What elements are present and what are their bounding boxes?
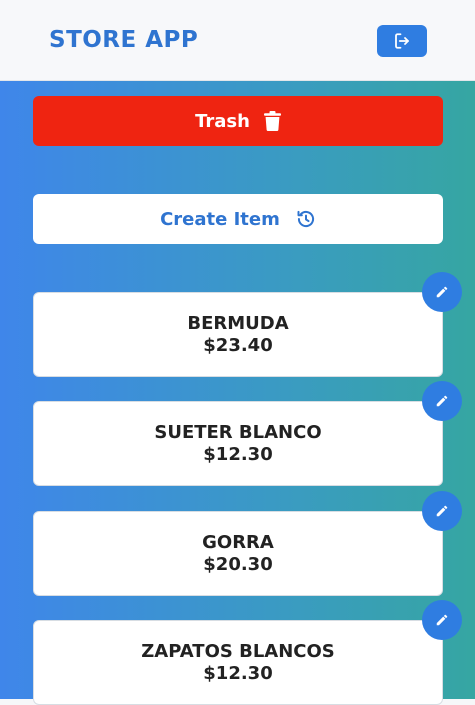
item-name: GORRA [202, 531, 274, 553]
history-icon [296, 209, 316, 229]
app-header: STORE APP [0, 0, 475, 81]
trash-button-label: Trash [195, 110, 250, 132]
item-card-gorra[interactable]: GORRA $20.30 [33, 511, 443, 596]
edit-item-button[interactable] [422, 381, 462, 421]
item-name: BERMUDA [187, 312, 289, 334]
item-name: SUETER BLANCO [154, 421, 322, 443]
edit-item-button[interactable] [422, 600, 462, 640]
main-content: Trash Create Item BERMUDA $23.40 SUETER … [0, 81, 475, 705]
pencil-icon [435, 285, 449, 299]
item-price: $23.40 [203, 334, 273, 356]
pencil-icon [435, 613, 449, 627]
edit-item-button[interactable] [422, 491, 462, 531]
item-price: $12.30 [203, 443, 273, 465]
pencil-icon [435, 394, 449, 408]
item-card-zapatos-blancos[interactable]: ZAPATOS BLANCOS $12.30 [33, 620, 443, 705]
item-card-sueter-blanco[interactable]: SUETER BLANCO $12.30 [33, 401, 443, 486]
create-item-button[interactable]: Create Item [33, 194, 443, 244]
trash-icon [263, 111, 281, 131]
item-price: $20.30 [203, 553, 273, 575]
logout-icon [393, 32, 411, 50]
item-card-bermuda[interactable]: BERMUDA $23.40 [33, 292, 443, 377]
app-title: STORE APP [49, 27, 199, 53]
item-price: $12.30 [203, 662, 273, 684]
trash-button[interactable]: Trash [33, 96, 443, 146]
logout-button[interactable] [377, 25, 427, 57]
edit-item-button[interactable] [422, 272, 462, 312]
item-name: ZAPATOS BLANCOS [141, 640, 335, 662]
pencil-icon [435, 504, 449, 518]
create-item-label: Create Item [160, 208, 280, 230]
